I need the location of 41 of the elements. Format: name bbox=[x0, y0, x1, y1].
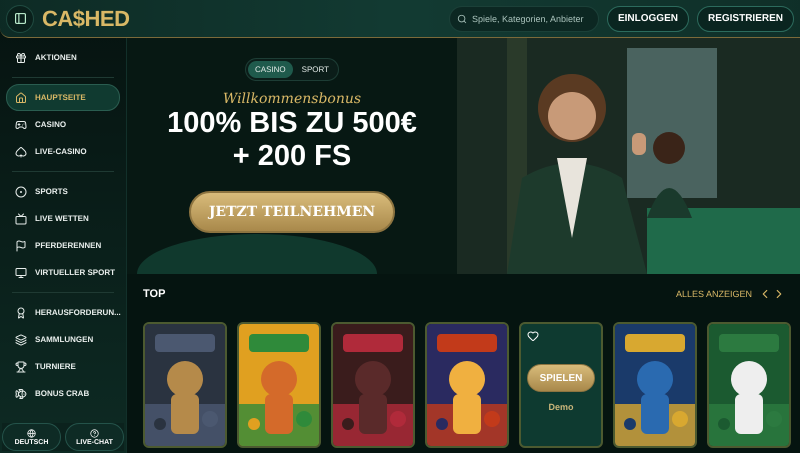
bonus-subtitle: Willkommensbonus bbox=[222, 91, 362, 107]
login-button[interactable]: EINLOGGEN bbox=[606, 6, 689, 32]
gift-icon bbox=[15, 52, 27, 64]
monitor-icon bbox=[15, 266, 27, 278]
register-button[interactable]: REGISTRIEREN bbox=[696, 6, 794, 32]
sidebar-item[interactable]: SPORTS bbox=[6, 178, 120, 205]
sidebar-toggle-button[interactable] bbox=[6, 4, 34, 32]
demo-link[interactable]: Demo bbox=[548, 402, 574, 412]
category-tab[interactable]: CASINO bbox=[248, 61, 293, 78]
sidebar-item[interactable]: TURNIERE bbox=[6, 353, 120, 380]
sidebar-item[interactable]: VIRTUELLER SPORT bbox=[6, 259, 120, 286]
game-icon bbox=[15, 118, 27, 130]
sidebar-item[interactable]: PFERDERENNEN bbox=[6, 232, 120, 259]
sidebar-item[interactable]: LIVE-CASINO bbox=[6, 138, 120, 165]
section-title: TOP bbox=[143, 288, 166, 300]
house-icon bbox=[15, 92, 27, 104]
panel-icon bbox=[14, 12, 26, 25]
globe-icon bbox=[27, 428, 36, 438]
sidebar-item[interactable]: HAUPTSEITE bbox=[6, 84, 120, 111]
sidebar-item[interactable]: BONUS CRAB bbox=[6, 380, 120, 407]
bonus-headline: + 200 FS bbox=[232, 140, 352, 173]
layers-icon bbox=[15, 334, 27, 346]
sidebar-item[interactable]: CASINO bbox=[6, 111, 120, 138]
category-tab[interactable]: SPORT bbox=[294, 61, 336, 78]
heart-icon[interactable] bbox=[527, 330, 539, 342]
trophy-icon bbox=[15, 360, 27, 372]
search-icon bbox=[456, 14, 467, 24]
game-tile[interactable]: SPIELEN Demo bbox=[519, 322, 603, 448]
flag-icon bbox=[15, 240, 27, 252]
search-field[interactable]: Spiele, Kategorien, Anbieter bbox=[448, 6, 599, 32]
tv-icon bbox=[15, 212, 27, 224]
show-all-link[interactable]: ALLES ANZEIGEN bbox=[676, 289, 752, 299]
logo: CA$HED bbox=[42, 6, 130, 32]
sidebar-item[interactable]: HERAUSFORDERUN... bbox=[6, 299, 120, 326]
award-icon bbox=[15, 306, 27, 318]
bonus-headline: 100% BIS ZU 500€ bbox=[167, 107, 417, 140]
fish-icon bbox=[15, 388, 27, 400]
sidebar-item[interactable]: SAMMLUNGEN bbox=[6, 326, 120, 353]
sidebar-item[interactable]: LIVE WETTEN bbox=[6, 205, 120, 232]
sidebar-item[interactable]: AKTIONEN bbox=[6, 44, 120, 71]
help-icon bbox=[90, 428, 99, 438]
